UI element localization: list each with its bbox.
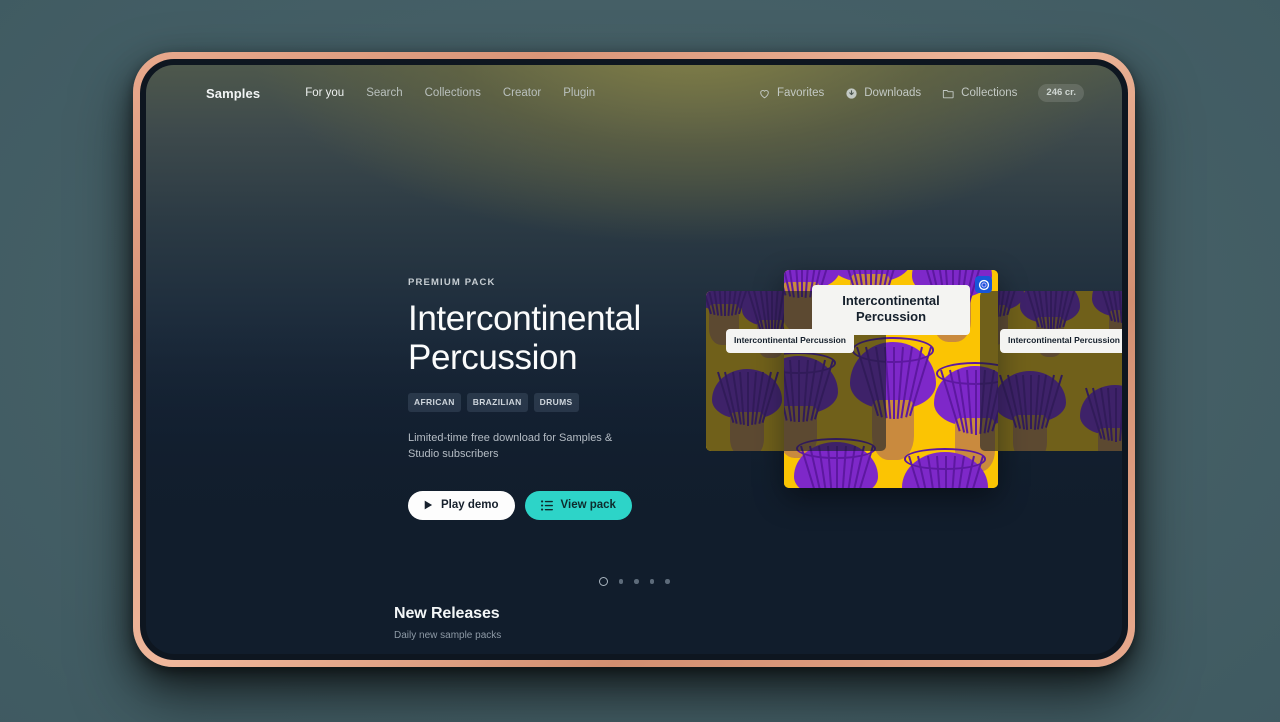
hero-tags: AFRICAN BRAZILIAN DRUMS bbox=[408, 393, 708, 412]
view-pack-label: View pack bbox=[561, 499, 616, 511]
pagination-dot-1[interactable] bbox=[599, 577, 608, 586]
app-screen: Samples For you Search Collections Creat… bbox=[146, 65, 1122, 654]
favorites-label: Favorites bbox=[777, 87, 824, 99]
tag-brazilian[interactable]: BRAZILIAN bbox=[467, 393, 528, 412]
view-pack-button[interactable]: View pack bbox=[525, 491, 632, 520]
hero-title: Intercontinental Percussion bbox=[408, 299, 708, 377]
nav-link-creator[interactable]: Creator bbox=[503, 87, 541, 99]
brand-logo[interactable]: Samples bbox=[206, 86, 260, 101]
hero-eyebrow: PREMIUM PACK bbox=[408, 277, 708, 288]
folder-icon bbox=[942, 87, 955, 100]
play-demo-button[interactable]: Play demo bbox=[408, 491, 515, 520]
play-demo-label: Play demo bbox=[441, 499, 499, 511]
carousel-card-right[interactable]: Intercontinental Percussion bbox=[980, 291, 1122, 451]
card-title-right: Intercontinental Percussion bbox=[1000, 329, 1122, 353]
credits-badge[interactable]: 246 cr. bbox=[1038, 84, 1084, 102]
pagination-dot-4[interactable] bbox=[650, 579, 655, 584]
tag-african[interactable]: AFRICAN bbox=[408, 393, 461, 412]
primary-nav-links: For you Search Collections Creator Plugi… bbox=[305, 87, 595, 99]
drum-shape bbox=[902, 452, 988, 488]
nav-link-for-you[interactable]: For you bbox=[305, 87, 344, 99]
section-subtitle: Daily new sample packs bbox=[394, 630, 1122, 641]
tag-drums[interactable]: DRUMS bbox=[534, 393, 579, 412]
drum-ribs bbox=[902, 452, 988, 488]
favorites-button[interactable]: Favorites bbox=[758, 87, 824, 100]
pagination-dot-2[interactable] bbox=[619, 579, 624, 584]
pagination-dot-5[interactable] bbox=[665, 579, 670, 584]
list-icon bbox=[541, 500, 553, 511]
nav-link-collections[interactable]: Collections bbox=[425, 87, 481, 99]
nav-actions: Favorites Downloads bbox=[758, 84, 1084, 102]
section-title: New Releases bbox=[394, 605, 1122, 623]
nav-link-plugin[interactable]: Plugin bbox=[563, 87, 595, 99]
hero-buttons: Play demo bbox=[408, 491, 708, 520]
device-bezel: Samples For you Search Collections Creat… bbox=[140, 59, 1128, 660]
page-backdrop: Samples For you Search Collections Creat… bbox=[0, 0, 1280, 722]
new-releases-section: New Releases Daily new sample packs Trap… bbox=[146, 605, 1122, 654]
collections-button[interactable]: Collections bbox=[942, 87, 1017, 100]
nav-link-search[interactable]: Search bbox=[366, 87, 402, 99]
hero-description: Limited-time free download for Samples &… bbox=[408, 431, 630, 463]
carousel-pagination bbox=[146, 577, 1122, 586]
card-dim-overlay bbox=[980, 291, 1122, 451]
downloads-label: Downloads bbox=[864, 87, 921, 99]
play-icon bbox=[424, 500, 433, 510]
pack-carousel: Intercontinental Percussion bbox=[686, 260, 1106, 500]
heart-icon bbox=[758, 87, 771, 100]
collections-label: Collections bbox=[961, 87, 1017, 99]
hero-content: PREMIUM PACK Intercontinental Percussion… bbox=[408, 277, 708, 520]
circle-logo-icon bbox=[978, 279, 990, 291]
downloads-button[interactable]: Downloads bbox=[845, 87, 921, 100]
top-navigation-bar: Samples For you Search Collections Creat… bbox=[146, 65, 1122, 121]
pagination-dot-3[interactable] bbox=[634, 579, 639, 584]
card-title-center: Intercontinental Percussion bbox=[812, 285, 970, 335]
tablet-device-frame: Samples For you Search Collections Creat… bbox=[133, 52, 1135, 667]
download-icon bbox=[845, 87, 858, 100]
pack-badge-center bbox=[975, 276, 992, 293]
